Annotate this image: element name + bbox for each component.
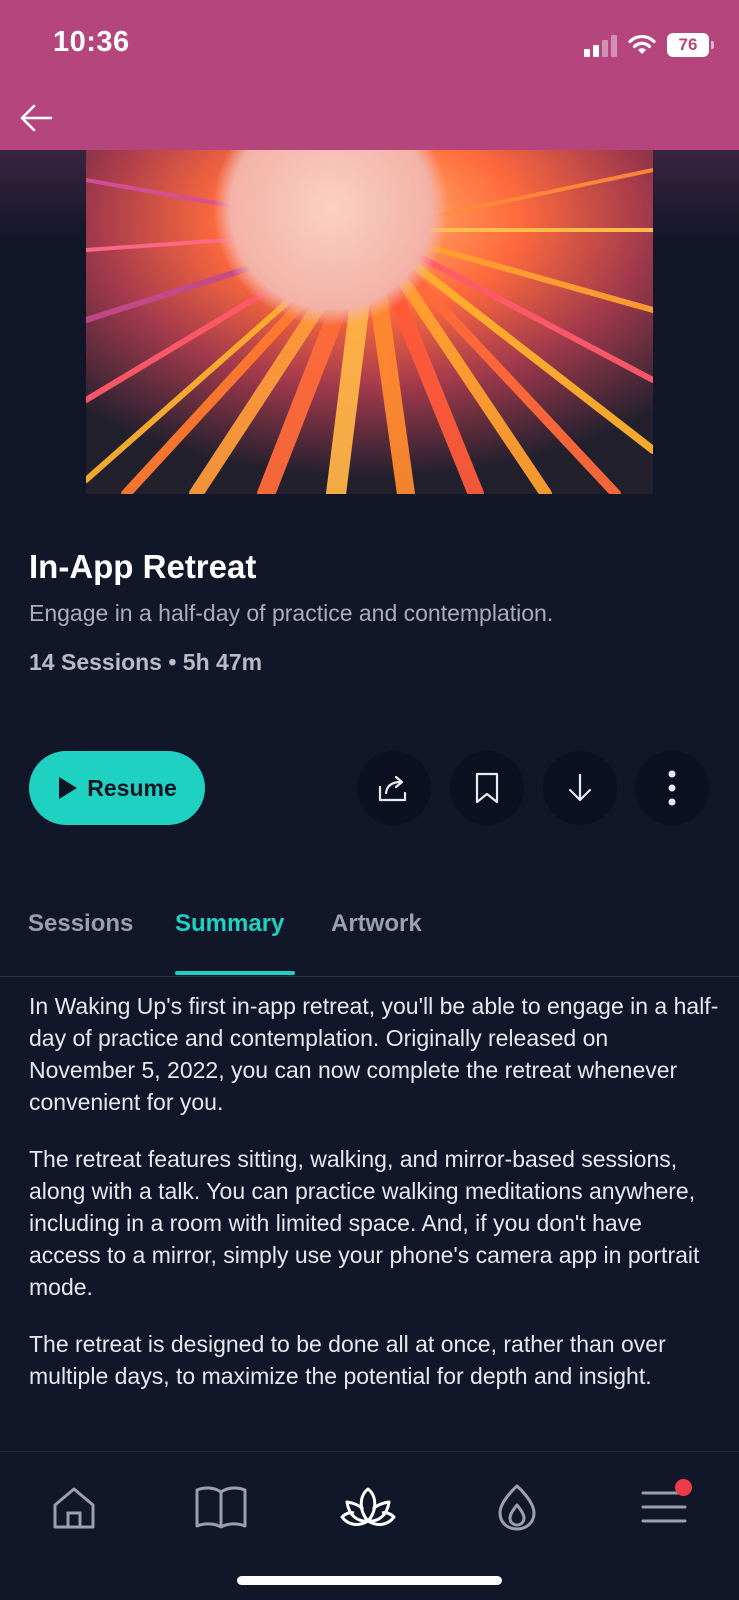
header-bar: 10:36 76	[0, 0, 739, 150]
active-tab-indicator	[175, 971, 295, 975]
nav-library[interactable]	[193, 1479, 249, 1535]
status-icons: 76	[584, 30, 714, 60]
status-time: 10:36	[53, 26, 130, 58]
nav-meditate[interactable]	[340, 1479, 396, 1535]
back-arrow-icon[interactable]	[16, 98, 56, 138]
cellular-signal-icon	[584, 33, 617, 57]
tab-sessions[interactable]: Sessions	[28, 910, 133, 938]
retreat-meta: 14 Sessions • 5h 47m	[29, 649, 263, 675]
bookmark-button[interactable]	[450, 751, 524, 825]
nav-home[interactable]	[46, 1479, 102, 1535]
share-button[interactable]	[357, 751, 431, 825]
tab-bar: Sessions Summary Artwork	[0, 900, 739, 978]
home-indicator	[237, 1576, 502, 1585]
home-icon	[53, 1487, 95, 1529]
summary-paragraph: The retreat is designed to be done all a…	[29, 1331, 666, 1389]
summary-text: In Waking Up's first in-app retreat, you…	[29, 990, 719, 1417]
retreat-artwork	[86, 150, 653, 494]
more-vertical-icon	[668, 770, 676, 806]
resume-button[interactable]: Resume	[29, 751, 205, 825]
download-icon	[568, 773, 592, 802]
wifi-icon	[628, 34, 656, 54]
share-icon	[378, 775, 407, 802]
retreat-subtitle: Engage in a half-day of practice and con…	[29, 600, 554, 626]
battery-indicator: 76	[667, 33, 714, 57]
library-icon	[195, 1486, 247, 1529]
nav-practice[interactable]	[489, 1479, 545, 1535]
summary-paragraph: The retreat features sitting, walking, a…	[29, 1146, 700, 1300]
practice-flame-icon	[498, 1484, 536, 1531]
summary-paragraph: In Waking Up's first in-app retreat, you…	[29, 993, 719, 1115]
meditate-lotus-icon	[340, 1487, 396, 1526]
nav-menu[interactable]	[636, 1479, 692, 1535]
notification-badge	[675, 1479, 692, 1496]
retreat-title: In-App Retreat	[29, 548, 257, 585]
bookmark-icon	[475, 772, 499, 804]
tab-summary[interactable]: Summary	[175, 910, 284, 938]
download-button[interactable]	[543, 751, 617, 825]
resume-button-label: Resume	[87, 774, 177, 801]
play-icon	[59, 777, 78, 799]
more-button[interactable]	[635, 751, 709, 825]
tab-artwork[interactable]: Artwork	[331, 910, 422, 938]
tab-divider	[0, 976, 739, 977]
